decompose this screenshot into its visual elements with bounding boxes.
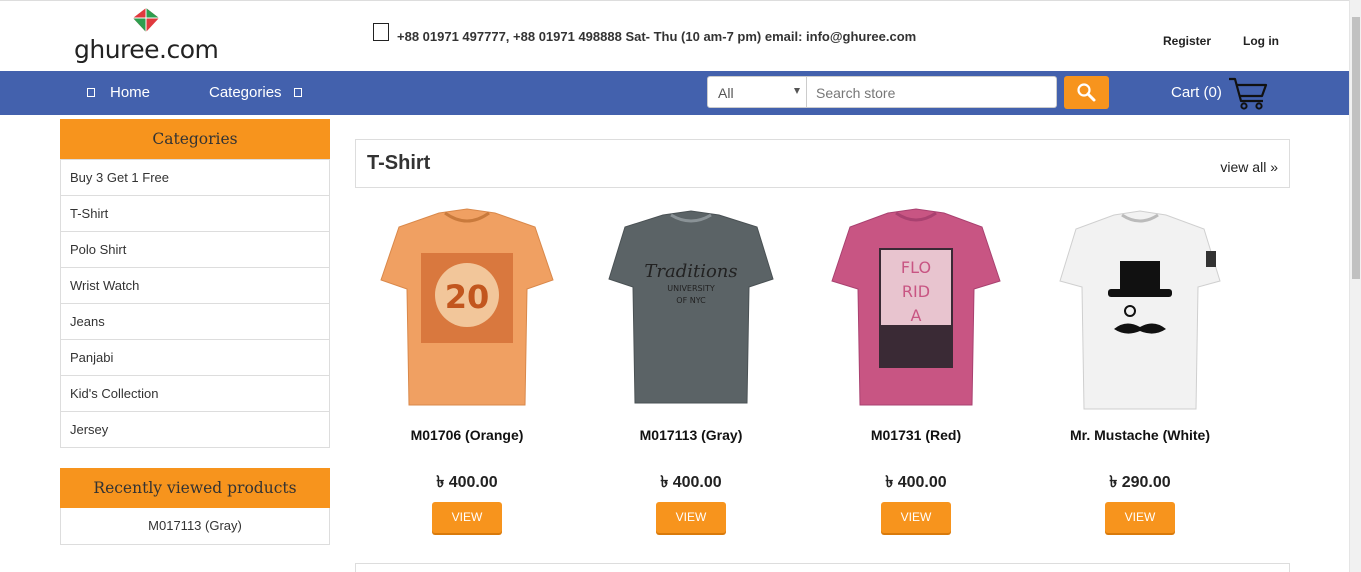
product-card: 20 M01706 (Orange) ৳ 400.00 VIEW bbox=[367, 205, 567, 545]
product-price: ৳ 400.00 bbox=[660, 474, 722, 491]
search-button[interactable] bbox=[1064, 76, 1109, 109]
register-link[interactable]: Register bbox=[1163, 34, 1211, 48]
categories-heading: Categories bbox=[60, 119, 330, 159]
search-placeholder: Search store bbox=[816, 85, 896, 101]
search-category-value: All bbox=[718, 85, 734, 101]
product-name[interactable]: M01706 (Orange) bbox=[367, 427, 567, 443]
page-scrollbar[interactable] bbox=[1349, 0, 1361, 572]
contact-info: +88 01971 497777, +88 01971 498888 Sat- … bbox=[373, 22, 917, 44]
svg-text:RID: RID bbox=[902, 282, 930, 301]
category-wrist-watch[interactable]: Wrist Watch bbox=[61, 267, 329, 303]
product-card: Mr. Mustache (White) ৳ 290.00 VIEW bbox=[1040, 205, 1240, 545]
nav-categories-label: Categories bbox=[209, 84, 282, 101]
next-section-header bbox=[355, 563, 1290, 572]
nav-home[interactable]: Home bbox=[87, 84, 150, 101]
product-image[interactable]: 20 bbox=[367, 205, 567, 420]
category-jeans[interactable]: Jeans bbox=[61, 303, 329, 339]
login-link[interactable]: Log in bbox=[1243, 34, 1279, 48]
category-jersey[interactable]: Jersey bbox=[61, 411, 329, 447]
cart-icon[interactable] bbox=[1226, 75, 1270, 111]
product-name[interactable]: M01731 (Red) bbox=[816, 427, 1016, 443]
section-title: T-Shirt bbox=[367, 152, 431, 174]
site-logo[interactable]: ghuree.com bbox=[72, 7, 219, 67]
phone-icon bbox=[373, 22, 389, 41]
category-panjabi[interactable]: Panjabi bbox=[61, 339, 329, 375]
svg-text:20: 20 bbox=[445, 278, 490, 316]
contact-text: +88 01971 497777, +88 01971 498888 Sat- … bbox=[397, 29, 917, 44]
product-card: FLO RID A M01731 (Red) ৳ 400.00 VIEW bbox=[816, 205, 1016, 545]
product-price: ৳ 290.00 bbox=[1109, 474, 1171, 491]
product-name[interactable]: M017113 (Gray) bbox=[591, 427, 791, 443]
scrollbar-thumb[interactable] bbox=[1352, 17, 1360, 279]
logo-text: ghuree.com bbox=[74, 35, 219, 64]
chevron-down-icon bbox=[293, 88, 302, 97]
product-image[interactable]: FLO RID A bbox=[816, 205, 1016, 420]
search-category-select[interactable]: All bbox=[707, 76, 807, 108]
product-name[interactable]: Mr. Mustache (White) bbox=[1040, 427, 1240, 443]
category-polo-shirt[interactable]: Polo Shirt bbox=[61, 231, 329, 267]
product-price: ৳ 400.00 bbox=[885, 474, 947, 491]
svg-text:OF NYC: OF NYC bbox=[676, 296, 706, 305]
product-card: Traditions UNIVERSITY OF NYC M017113 (Gr… bbox=[591, 205, 791, 545]
home-icon bbox=[87, 88, 95, 97]
nav-home-label: Home bbox=[110, 84, 151, 101]
top-header: ghuree.com +88 01971 497777, +88 01971 4… bbox=[0, 0, 1349, 71]
product-image[interactable] bbox=[1040, 205, 1240, 420]
svg-text:UNIVERSITY: UNIVERSITY bbox=[667, 284, 715, 293]
product-image[interactable]: Traditions UNIVERSITY OF NYC bbox=[591, 205, 791, 420]
svg-text:Traditions: Traditions bbox=[644, 261, 737, 282]
nav-categories[interactable]: Categories bbox=[209, 84, 302, 101]
view-product-button[interactable]: VIEW bbox=[1105, 502, 1175, 533]
recently-viewed-heading: Recently viewed products bbox=[60, 468, 330, 508]
caret-down-icon bbox=[794, 88, 800, 94]
category-t-shirt[interactable]: T-Shirt bbox=[61, 195, 329, 231]
svg-text:A: A bbox=[911, 306, 922, 325]
main-navbar: Home Categories All Search store Cart (0… bbox=[0, 71, 1349, 115]
recent-product-link[interactable]: M017113 (Gray) bbox=[61, 508, 329, 544]
search-icon bbox=[1077, 83, 1096, 102]
categories-panel: Categories Buy 3 Get 1 Free T-Shirt Polo… bbox=[60, 119, 330, 448]
category-buy-3-get-1[interactable]: Buy 3 Get 1 Free bbox=[61, 159, 329, 195]
recently-viewed-panel: Recently viewed products M017113 (Gray) bbox=[60, 468, 330, 545]
svg-text:FLO: FLO bbox=[901, 258, 931, 277]
view-product-button[interactable]: VIEW bbox=[432, 502, 502, 533]
section-header: T-Shirt view all » bbox=[355, 139, 1290, 188]
category-kids-collection[interactable]: Kid's Collection bbox=[61, 375, 329, 411]
cart-link[interactable]: Cart (0) bbox=[1171, 84, 1222, 101]
view-all-link[interactable]: view all » bbox=[1220, 159, 1278, 175]
search-input[interactable]: Search store bbox=[807, 76, 1057, 108]
product-price: ৳ 400.00 bbox=[436, 474, 498, 491]
kite-logo-icon bbox=[133, 8, 159, 32]
view-product-button[interactable]: VIEW bbox=[881, 502, 951, 533]
view-product-button[interactable]: VIEW bbox=[656, 502, 726, 533]
